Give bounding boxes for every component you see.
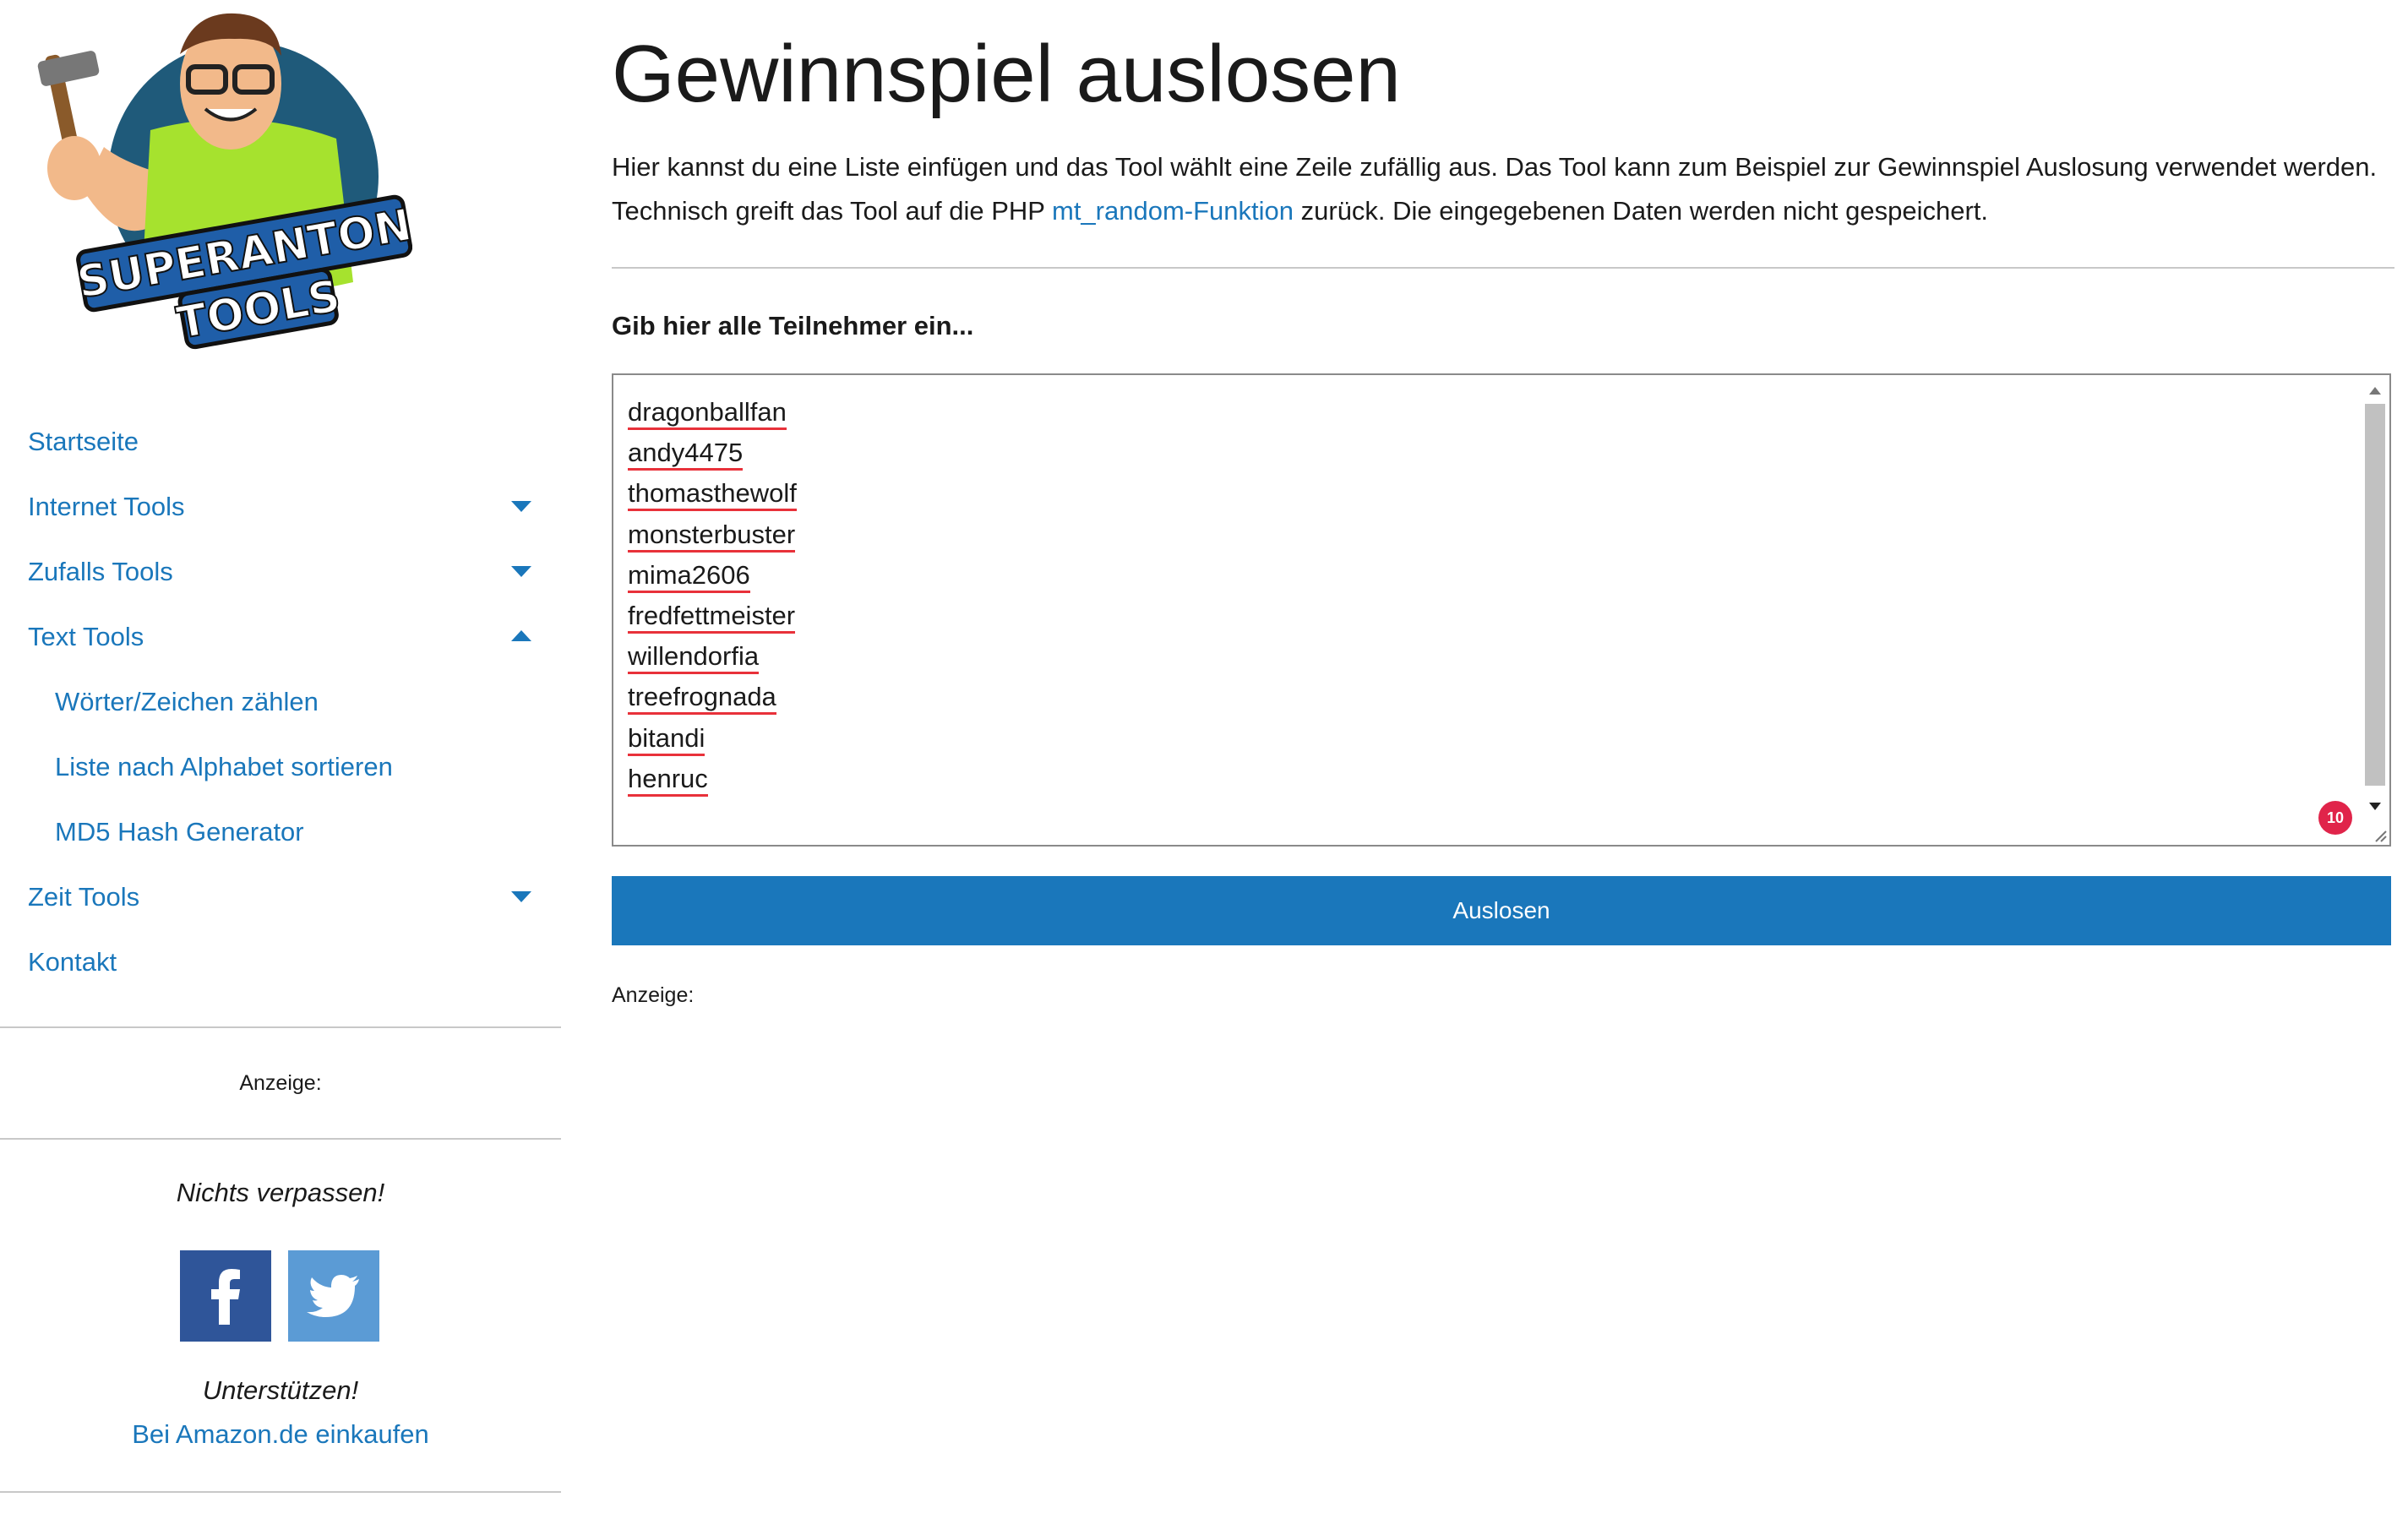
auslosen-button[interactable]: Auslosen	[612, 876, 2391, 945]
entry-text: dragonballfan	[628, 397, 787, 430]
support-heading: Unterstützen!	[202, 1375, 359, 1405]
caret-down-icon[interactable]	[511, 566, 531, 577]
scroll-down-arrow-icon[interactable]	[2369, 803, 2381, 810]
entry-text: fredfettmeister	[628, 601, 796, 634]
nav-label: Text Tools	[28, 622, 144, 651]
intro-text-part2: zurück. Die eingegebenen Daten werden ni…	[1294, 196, 1989, 226]
amazon-link[interactable]: Bei Amazon.de einkaufen	[0, 1419, 561, 1450]
superanton-tools-logo[interactable]: SUPERANTON TOOLS	[24, 3, 412, 384]
nav-startseite[interactable]: Startseite	[28, 416, 543, 467]
participants-list[interactable]: dragonballfan andy4475 thomasthewolf mon…	[628, 392, 797, 799]
nav-label: Internet Tools	[28, 492, 185, 521]
page-title: Gewinnspiel auslosen	[612, 29, 1401, 119]
twitter-button[interactable]	[288, 1250, 379, 1342]
facebook-button[interactable]	[180, 1250, 271, 1342]
list-item: thomasthewolf	[628, 473, 797, 514]
caret-down-icon[interactable]	[511, 501, 531, 512]
caret-up-icon[interactable]	[511, 630, 531, 641]
participants-label: Gib hier alle Teilnehmer ein...	[612, 311, 974, 340]
nav-label: Liste nach Alphabet sortieren	[55, 752, 393, 781]
entry-text: mima2606	[628, 559, 750, 593]
list-item: willendorfia	[628, 636, 797, 677]
nav-label: Zeit Tools	[28, 882, 140, 912]
sidebar-ad-label: Anzeige:	[239, 1071, 322, 1095]
caret-down-icon[interactable]	[511, 891, 531, 902]
main-content: Gewinnspiel auslosen Hier kannst du eine…	[612, 0, 2394, 1519]
intro-text: Hier kannst du eine Liste einfügen und d…	[612, 145, 2394, 233]
nav-internet-tools[interactable]: Internet Tools	[28, 482, 543, 532]
nav-kontakt[interactable]: Kontakt	[28, 937, 543, 988]
mt-random-link[interactable]: mt_random-Funktion	[1052, 196, 1294, 226]
facebook-icon	[211, 1269, 240, 1325]
entry-text: bitandi	[628, 722, 706, 756]
entry-text: thomasthewolf	[628, 478, 797, 512]
entry-text: willendorfia	[628, 641, 760, 675]
nav-label: Startseite	[28, 427, 139, 456]
follow-heading: Nichts verpassen!	[176, 1178, 385, 1207]
sidebar: SUPERANTON TOOLS Startseite Internet Too…	[0, 0, 561, 1519]
list-item: bitandi	[628, 718, 797, 759]
twitter-icon	[307, 1275, 359, 1317]
sidebar-divider	[0, 1138, 561, 1140]
scrollbar-thumb[interactable]	[2365, 404, 2385, 786]
resize-handle-icon[interactable]	[2371, 826, 2388, 843]
participants-textarea[interactable]: dragonballfan andy4475 thomasthewolf mon…	[612, 373, 2391, 847]
nav-liste-alphabet-sortieren[interactable]: Liste nach Alphabet sortieren	[55, 742, 543, 792]
list-item: henruc	[628, 759, 797, 799]
list-item: monsterbuster	[628, 514, 797, 555]
entry-text: henruc	[628, 763, 708, 797]
list-item: mima2606	[628, 555, 797, 596]
nav-text-tools[interactable]: Text Tools	[28, 612, 543, 662]
nav-woerter-zeichen-zaehlen[interactable]: Wörter/Zeichen zählen	[55, 677, 543, 727]
content-divider	[612, 267, 2394, 269]
nav-label: Wörter/Zeichen zählen	[55, 687, 319, 716]
main-ad-label: Anzeige:	[612, 983, 695, 1007]
entry-text: monsterbuster	[628, 519, 796, 553]
sidebar-divider	[0, 1026, 561, 1028]
entry-count-badge: 10	[2318, 801, 2352, 835]
entry-text: andy4475	[628, 438, 744, 471]
nav-label: MD5 Hash Generator	[55, 817, 304, 847]
textarea-scrollbar[interactable]	[2362, 378, 2386, 841]
nav-label: Zufalls Tools	[28, 557, 173, 586]
sidebar-divider	[0, 1491, 561, 1493]
nav-label: Kontakt	[28, 947, 117, 977]
entry-text: treefrognada	[628, 682, 776, 716]
list-item: dragonballfan	[628, 392, 797, 433]
scroll-up-arrow-icon[interactable]	[2369, 387, 2381, 395]
list-item: andy4475	[628, 433, 797, 473]
nav-md5-hash-generator[interactable]: MD5 Hash Generator	[55, 807, 543, 858]
nav-zufalls-tools[interactable]: Zufalls Tools	[28, 547, 543, 597]
list-item: treefrognada	[628, 677, 797, 717]
list-item: fredfettmeister	[628, 596, 797, 636]
nav-zeit-tools[interactable]: Zeit Tools	[28, 872, 543, 923]
